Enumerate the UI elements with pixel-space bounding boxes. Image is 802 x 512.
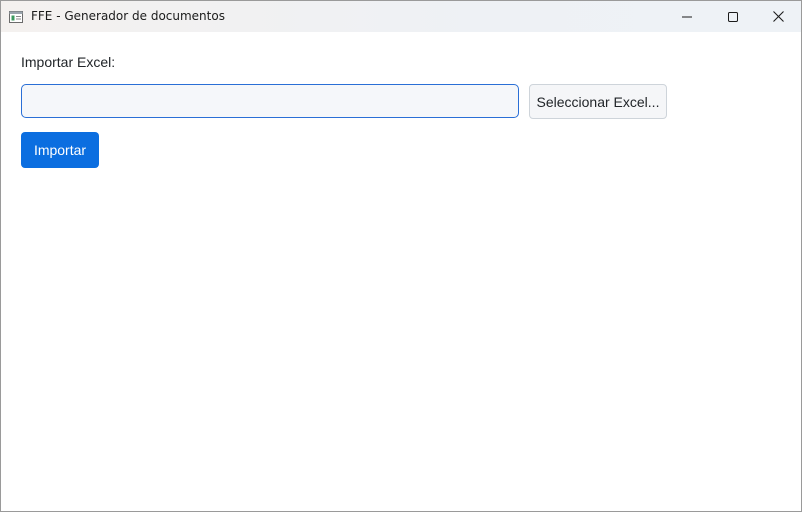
import-excel-label: Importar Excel: (21, 54, 116, 70)
minimize-button[interactable] (664, 1, 710, 32)
excel-file-path-input[interactable] (21, 84, 519, 118)
title-bar[interactable]: FFE - Generador de documentos (1, 1, 801, 32)
main-content: Importar Excel: Seleccionar Excel... Imp… (1, 32, 801, 511)
close-icon (772, 11, 784, 22)
app-window: FFE - Generador de documentos Importar E… (0, 0, 802, 512)
window-title: FFE - Generador de documentos (31, 9, 225, 23)
minimize-icon (682, 12, 692, 22)
select-excel-button[interactable]: Seleccionar Excel... (529, 84, 667, 119)
close-button[interactable] (755, 1, 801, 32)
maximize-icon (728, 11, 738, 22)
import-button[interactable]: Importar (21, 132, 99, 168)
app-window-icon (9, 9, 23, 23)
maximize-button[interactable] (710, 1, 756, 32)
